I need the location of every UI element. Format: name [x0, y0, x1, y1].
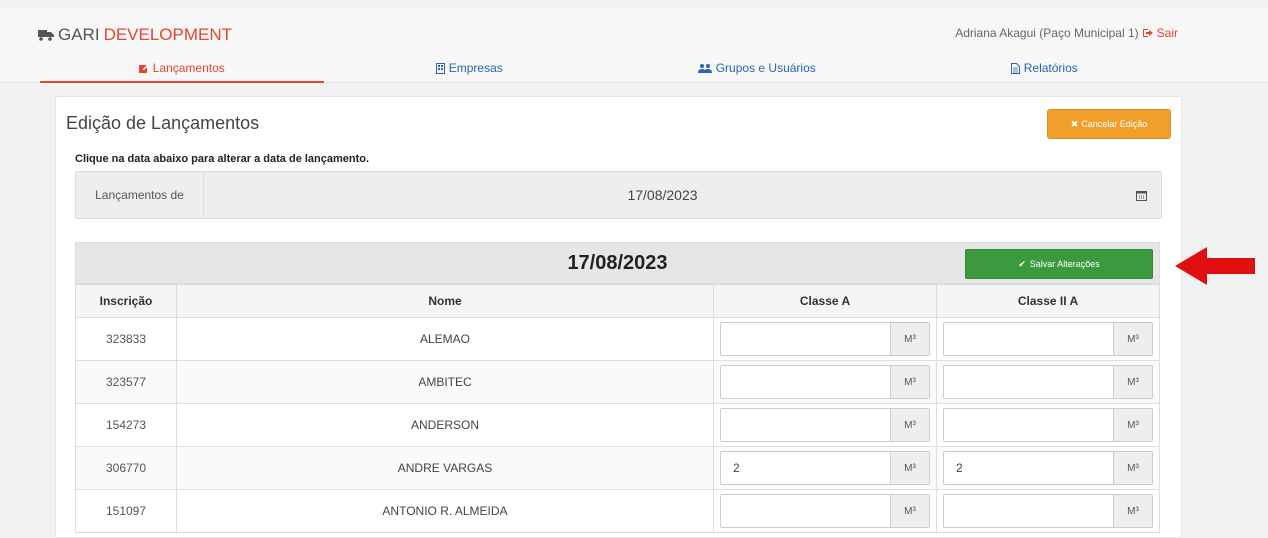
classe-ii-a-input-group: M³ [943, 408, 1153, 442]
tab-grupos-usuarios[interactable]: Grupos e Usuários [613, 52, 901, 84]
classe-ii-a-input-group: M³ [943, 322, 1153, 356]
classe-ii-a-input[interactable] [944, 323, 1113, 355]
cell-inscricao: 306770 [75, 446, 177, 490]
cell-inscricao: 151097 [75, 489, 177, 533]
unit-addon: M³ [1113, 409, 1152, 441]
date-picker[interactable]: Lançamentos de 17/08/2023 [75, 171, 1162, 219]
classe-ii-a-input[interactable] [944, 366, 1113, 398]
classe-a-input[interactable] [721, 366, 890, 398]
user-name: Adriana Akagui (Paço Municipal 1) [955, 26, 1139, 40]
tab-relatorios[interactable]: Relatórios [901, 52, 1189, 84]
truck-icon [38, 29, 54, 41]
unit-addon: M³ [890, 323, 929, 355]
col-header-classe-a: Classe A [713, 284, 937, 318]
unit-addon: M³ [890, 452, 929, 484]
cell-nome: ANDERSON [176, 403, 714, 447]
top-navbar: GARI DEVELOPMENT Adriana Akagui (Paço Mu… [0, 8, 1268, 83]
classe-a-input[interactable] [721, 495, 890, 527]
tab-label: Grupos e Usuários [715, 61, 816, 75]
brand-logo[interactable]: GARI DEVELOPMENT [38, 25, 232, 45]
classe-a-input[interactable] [721, 323, 890, 355]
red-arrow-annotation [1175, 247, 1255, 285]
users-icon [697, 64, 712, 73]
classe-a-input-group: M³ [720, 322, 930, 356]
tab-label: Lançamentos [152, 61, 225, 75]
col-header-classe-ii-a: Classe II A [936, 284, 1160, 318]
table-row: 154273 ANDERSON M³ M³ [75, 403, 1160, 447]
classe-a-input[interactable] [721, 452, 890, 484]
date-hint: Clique na data abaixo para alterar a dat… [75, 153, 370, 165]
calendar-button[interactable] [1121, 172, 1161, 218]
classe-ii-a-input[interactable] [944, 495, 1113, 527]
report-icon [1010, 62, 1020, 74]
edit-icon [138, 64, 149, 73]
brand-prefix: GARI [58, 25, 100, 44]
cell-inscricao: 323833 [75, 317, 177, 361]
main-tabs: Lançamentos Empresas Grupos e Usuários R… [38, 52, 1188, 84]
classe-ii-a-input-group: M³ [943, 494, 1153, 528]
save-label: Salvar Alterações [1029, 259, 1100, 269]
unit-addon: M³ [890, 409, 929, 441]
cell-nome: ALEMAO [176, 317, 714, 361]
classe-ii-a-input-group: M³ [943, 451, 1153, 485]
table-row: 323833 ALEMAO M³ M³ [75, 317, 1160, 361]
unit-addon: M³ [890, 495, 929, 527]
classe-a-input[interactable] [721, 409, 890, 441]
entries-table: 17/08/2023 ✔ Salvar Alterações Inscrição… [75, 242, 1160, 533]
unit-addon: M³ [1113, 495, 1152, 527]
table-caption: 17/08/2023 ✔ Salvar Alterações [75, 242, 1160, 284]
logout-link[interactable]: Sair [1142, 26, 1178, 40]
col-header-nome: Nome [176, 284, 714, 318]
tab-empresas[interactable]: Empresas [326, 52, 614, 84]
user-info: Adriana Akagui (Paço Municipal 1) Sair [955, 26, 1178, 40]
calendar-icon [1135, 190, 1147, 201]
logout-label: Sair [1156, 26, 1178, 40]
classe-a-input-group: M³ [720, 451, 930, 485]
cancel-label: Cancelar Edição [1081, 119, 1148, 129]
classe-a-input-group: M³ [720, 408, 930, 442]
cell-inscricao: 154273 [75, 403, 177, 447]
edit-panel: Edição de Lançamentos ✖ Cancelar Edição … [55, 96, 1182, 538]
building-icon [435, 62, 445, 74]
entries-grid: Inscrição Nome Classe A Classe II A 3238… [75, 284, 1160, 533]
unit-addon: M³ [890, 366, 929, 398]
cell-nome: AMBITEC [176, 360, 714, 404]
classe-a-input-group: M³ [720, 494, 930, 528]
col-header-inscricao: Inscrição [75, 284, 177, 318]
page-title: Edição de Lançamentos [66, 113, 260, 133]
tab-lancamentos[interactable]: Lançamentos [38, 52, 326, 84]
unit-addon: M³ [1113, 452, 1152, 484]
tab-label: Empresas [448, 61, 503, 75]
logout-icon [1142, 29, 1153, 37]
cell-nome: ANTONIO R. ALMEIDA [176, 489, 714, 533]
check-icon: ✔ [1018, 258, 1026, 269]
date-value[interactable]: 17/08/2023 [204, 172, 1121, 218]
classe-ii-a-input[interactable] [944, 452, 1113, 484]
tab-label: Relatórios [1023, 61, 1078, 75]
table-row: 151097 ANTONIO R. ALMEIDA M³ M³ [75, 489, 1160, 533]
cancel-edit-button[interactable]: ✖ Cancelar Edição [1047, 109, 1171, 139]
cell-inscricao: 323577 [75, 360, 177, 404]
table-row: 323577 AMBITEC M³ M³ [75, 360, 1160, 404]
date-label: Lançamentos de [76, 172, 204, 218]
unit-addon: M³ [1113, 366, 1152, 398]
cell-nome: ANDRE VARGAS [176, 446, 714, 490]
classe-a-input-group: M³ [720, 365, 930, 399]
close-icon: ✖ [1070, 118, 1079, 129]
save-changes-button[interactable]: ✔ Salvar Alterações [965, 249, 1153, 279]
unit-addon: M³ [1113, 323, 1152, 355]
table-row: 306770 ANDRE VARGAS M³ M³ [75, 446, 1160, 490]
classe-ii-a-input[interactable] [944, 409, 1113, 441]
brand-suffix: DEVELOPMENT [103, 25, 233, 44]
classe-ii-a-input-group: M³ [943, 365, 1153, 399]
